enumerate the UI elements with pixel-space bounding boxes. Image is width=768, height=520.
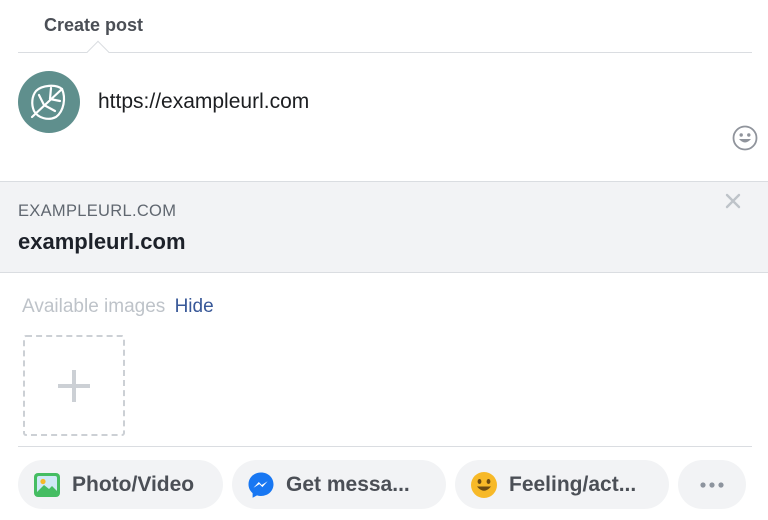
smiley-icon [471, 471, 497, 498]
hide-images-link[interactable]: Hide [175, 296, 214, 317]
add-image-button[interactable] [23, 335, 125, 436]
tab-indicator [86, 40, 110, 64]
more-options-button[interactable] [678, 460, 746, 509]
link-preview-title: exampleurl.com [18, 229, 186, 254]
plus-icon-stem [72, 370, 76, 402]
smiley-icon[interactable] [732, 125, 758, 151]
get-messages-button[interactable]: Get messa... [232, 460, 446, 509]
link-preview[interactable]: EXAMPLEURL.COM exampleurl.com [0, 181, 768, 273]
leaf-avatar-icon [30, 84, 66, 120]
post-text-input[interactable]: https://exampleurl.com [98, 90, 309, 114]
composer-header: Create post [18, 0, 752, 64]
feeling-activity-label: Feeling/act... [509, 472, 637, 496]
close-icon[interactable] [722, 190, 744, 212]
avatar[interactable] [18, 71, 80, 133]
feeling-activity-button[interactable]: Feeling/act... [455, 460, 669, 509]
photo-video-label: Photo/Video [72, 472, 195, 496]
divider [18, 446, 752, 447]
available-images-label: Available images [22, 296, 166, 317]
tab-create-post[interactable]: Create post [44, 15, 143, 36]
get-messages-label: Get messa... [286, 472, 410, 496]
photo-video-button[interactable]: Photo/Video [18, 460, 223, 509]
more-icon [700, 481, 724, 488]
link-preview-domain: EXAMPLEURL.COM [18, 202, 177, 220]
photo-icon [34, 472, 60, 497]
available-images-row: Available images Hide [22, 296, 214, 318]
messenger-icon [248, 472, 274, 498]
